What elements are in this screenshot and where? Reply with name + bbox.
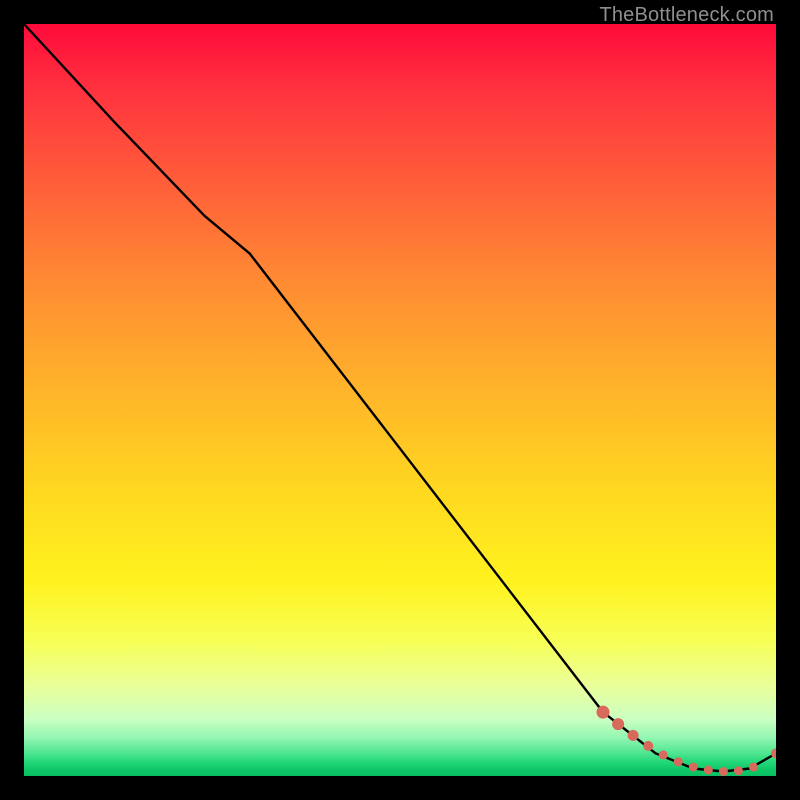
highlight-dot xyxy=(643,741,653,751)
highlight-dot xyxy=(612,718,624,730)
highlight-dot xyxy=(734,766,743,775)
highlight-dot xyxy=(628,730,639,741)
highlight-dot xyxy=(597,706,610,719)
highlight-dot xyxy=(689,763,698,772)
highlight-dot xyxy=(659,750,668,759)
highlight-dot xyxy=(719,767,728,776)
bottleneck-curve-line xyxy=(24,24,776,772)
highlight-dot xyxy=(749,763,758,772)
bottleneck-chart xyxy=(24,24,776,776)
highlight-dot xyxy=(674,757,683,766)
highlight-dot xyxy=(704,766,713,775)
